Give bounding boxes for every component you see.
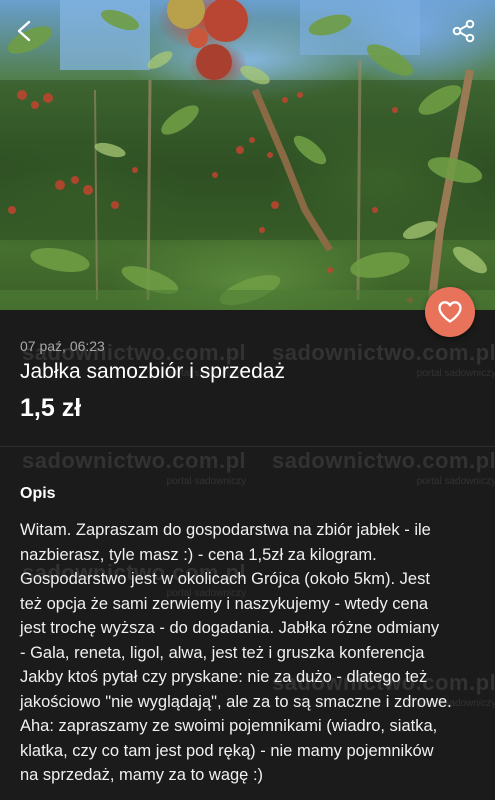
watermark: sadownictwo.com.pl portal sadowniczy bbox=[272, 340, 495, 379]
listing-price: 1,5 zł bbox=[20, 394, 82, 422]
favorite-button[interactable] bbox=[425, 287, 475, 337]
description-heading: Opis bbox=[20, 485, 56, 502]
description-line: Witam. Zapraszam do gospodarstwa na zbió… bbox=[20, 521, 431, 539]
back-button[interactable] bbox=[8, 14, 42, 48]
watermark: sadownictwo.com.pl portal sadowniczy bbox=[22, 448, 247, 487]
description-line: jakościowo "nie wyglądają", ale za to są… bbox=[20, 692, 452, 711]
listing-title: Jabłka samozbiór i sprzedaż bbox=[20, 360, 285, 383]
description-line: też opcja że sami zerwiemy i naszykujemy… bbox=[20, 594, 429, 613]
description-line: na sprzedaż, mamy za to wagę :) bbox=[20, 766, 264, 784]
description-line: Gospodarstwo jest w okolicach Grójca (ok… bbox=[20, 570, 430, 588]
orchard-image bbox=[0, 0, 495, 310]
description-line: Aha: zapraszamy ze swoimi pojemnikami (w… bbox=[20, 717, 438, 735]
listing-photo[interactable] bbox=[0, 0, 495, 310]
listing-details: sadownictwo.com.pl portal sadowniczy sado… bbox=[0, 310, 495, 800]
description-text: Witam. Zapraszam do gospodarstwa na zbió… bbox=[20, 518, 482, 788]
description-line: - Gala, reneta, ligol, alwa, jest też i … bbox=[20, 643, 425, 662]
description-line: nazbierasz, tyle masz :) - cena 1,5zł za… bbox=[20, 545, 377, 564]
heart-icon bbox=[438, 301, 462, 323]
listing-date: 07 paź, 06:23 bbox=[20, 338, 105, 354]
watermark: sadownictwo.com.pl portal sadowniczy bbox=[272, 448, 495, 487]
description-line: Jakby ktoś pytał czy pryskane: nie za du… bbox=[20, 668, 428, 686]
divider bbox=[0, 446, 495, 447]
description-line: klatka, czy co tam jest pod ręką) - nie … bbox=[20, 741, 434, 760]
share-icon bbox=[452, 19, 475, 43]
back-arrow-icon bbox=[17, 20, 31, 42]
share-button[interactable] bbox=[447, 14, 481, 48]
description-line: jest trochę wyższa - do dogadania. Jabłk… bbox=[20, 619, 440, 637]
